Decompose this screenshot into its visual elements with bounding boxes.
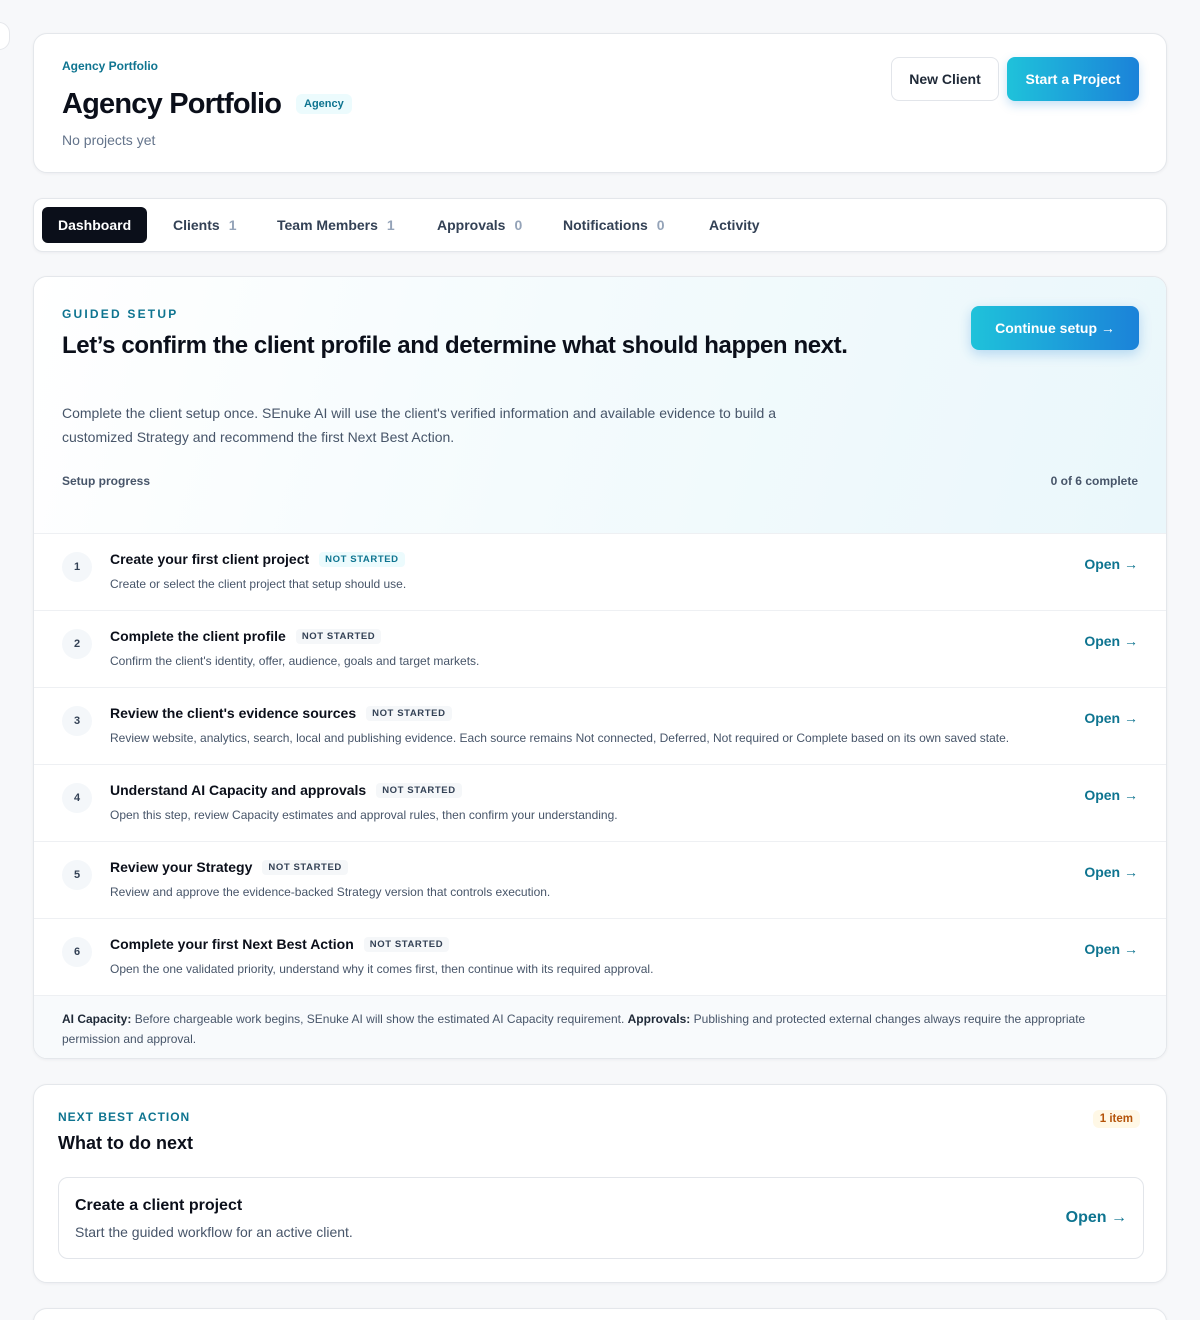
- tab-count: 1: [386, 217, 395, 233]
- step-description: Create or select the client project that…: [110, 577, 407, 591]
- setup-step: 3 Review the client's evidence sources N…: [34, 687, 1166, 764]
- step-number: 1: [62, 552, 92, 582]
- tab-label: Notifications: [563, 217, 648, 233]
- page-title: Agency Portfolio: [62, 88, 282, 120]
- step-description: Open the one validated priority, underst…: [110, 962, 654, 976]
- page-subtitle: No projects yet: [62, 132, 156, 148]
- step-status-badge: NOT STARTED: [262, 859, 348, 875]
- tab-label: Clients: [173, 217, 220, 233]
- step-title: Understand AI Capacity and approvals: [110, 782, 367, 798]
- sidebar-toggle-handle[interactable]: [0, 22, 10, 50]
- capacity-note-text: Before chargeable work begins, SEnuke AI…: [131, 1012, 628, 1026]
- next-best-action-card: NEXT BEST ACTION What to do next 1 item …: [33, 1084, 1167, 1283]
- step-number: 5: [62, 860, 92, 890]
- guided-setup-title: Let’s confirm the client profile and det…: [62, 332, 848, 359]
- next-action-open-link[interactable]: Open →: [1066, 1209, 1127, 1227]
- step-number: 4: [62, 783, 92, 813]
- setup-step: 4 Understand AI Capacity and approvals N…: [34, 764, 1166, 841]
- step-description: Open this step, review Capacity estimate…: [110, 808, 618, 822]
- step-description: Confirm the client's identity, offer, au…: [110, 654, 480, 668]
- step-open-link[interactable]: Open →: [1084, 787, 1138, 803]
- step-title: Complete the client profile: [110, 628, 286, 644]
- setup-step: 6 Complete your first Next Best Action N…: [34, 918, 1166, 995]
- step-status-badge: NOT STARTED: [295, 628, 382, 644]
- agency-badge: Agency: [296, 94, 352, 114]
- breadcrumb: Agency Portfolio: [62, 59, 159, 73]
- tab-count: 0: [514, 217, 523, 233]
- setup-step: 1 Create your first client project NOT S…: [34, 533, 1166, 610]
- tab-label: Dashboard: [58, 217, 132, 233]
- step-status-badge: NOT STARTED: [319, 551, 405, 567]
- step-title: Create your first client project: [110, 551, 310, 567]
- item-count-badge: 1 item: [1092, 1110, 1140, 1128]
- step-open-link[interactable]: Open →: [1084, 864, 1138, 880]
- start-project-button[interactable]: Start a Project: [1007, 57, 1139, 101]
- step-title: Review the client's evidence sources: [110, 705, 357, 721]
- next-action-item[interactable]: Create a client project Start the guided…: [58, 1177, 1144, 1259]
- tab-approvals[interactable]: Approvals 0: [437, 207, 522, 243]
- step-title: Complete your first Next Best Action: [110, 936, 354, 952]
- next-best-action-title: What to do next: [58, 1133, 193, 1153]
- continue-setup-button[interactable]: Continue setup →: [971, 306, 1139, 350]
- setup-step: 5 Review your Strategy NOT STARTED Revie…: [34, 841, 1166, 918]
- guided-setup-eyebrow: GUIDED SETUP: [62, 307, 179, 321]
- next-section-card: [33, 1308, 1167, 1320]
- step-status-badge: NOT STARTED: [363, 936, 450, 952]
- capacity-note-label: AI Capacity:: [62, 1012, 132, 1026]
- setup-progress-label: Setup progress: [62, 474, 151, 488]
- tab-label: Approvals: [437, 217, 506, 233]
- approvals-note-label: Approvals:: [627, 1012, 691, 1026]
- guided-setup-card: GUIDED SETUP Let’s confirm the client pr…: [33, 276, 1167, 1059]
- step-number: 2: [62, 629, 92, 659]
- setup-footnote: AI Capacity: Before chargeable work begi…: [34, 995, 1166, 1058]
- step-description: Review and approve the evidence-backed S…: [110, 885, 551, 899]
- tab-bar: Dashboard Clients 1 Team Members 1 Appro…: [33, 198, 1167, 252]
- tab-activity[interactable]: Activity: [709, 207, 760, 243]
- tab-label: Team Members: [277, 217, 378, 233]
- setup-step: 2 Complete the client profile NOT STARTE…: [34, 610, 1166, 687]
- tab-dashboard[interactable]: Dashboard: [42, 207, 148, 243]
- next-best-action-eyebrow: NEXT BEST ACTION: [58, 1110, 191, 1124]
- next-action-title: Create a client project: [75, 1197, 243, 1214]
- tab-count: 1: [228, 217, 237, 233]
- new-client-button[interactable]: New Client: [891, 57, 999, 101]
- step-status-badge: NOT STARTED: [366, 705, 452, 721]
- next-action-description: Start the guided workflow for an active …: [75, 1224, 353, 1240]
- step-number: 6: [62, 937, 92, 967]
- step-open-link[interactable]: Open →: [1084, 941, 1138, 957]
- tab-clients[interactable]: Clients 1: [173, 207, 236, 243]
- portfolio-header-card: Agency Portfolio Agency Portfolio Agency…: [33, 33, 1167, 173]
- step-title: Review your Strategy: [110, 859, 253, 875]
- step-number: 3: [62, 706, 92, 736]
- step-status-badge: NOT STARTED: [376, 782, 462, 798]
- step-open-link[interactable]: Open →: [1084, 710, 1138, 726]
- guided-setup-description: Complete the client setup once. SEnuke A…: [62, 405, 776, 445]
- guided-setup-hero: GUIDED SETUP Let’s confirm the client pr…: [34, 277, 1166, 533]
- step-description: Review website, analytics, search, local…: [110, 731, 1010, 745]
- tab-count: 0: [656, 217, 665, 233]
- step-open-link[interactable]: Open →: [1084, 556, 1138, 572]
- setup-progress-value: 0 of 6 complete: [1050, 474, 1138, 488]
- tab-notifications[interactable]: Notifications 0: [563, 207, 665, 243]
- step-open-link[interactable]: Open →: [1084, 633, 1138, 649]
- tab-label: Activity: [709, 217, 760, 233]
- tab-team-members[interactable]: Team Members 1: [277, 207, 395, 243]
